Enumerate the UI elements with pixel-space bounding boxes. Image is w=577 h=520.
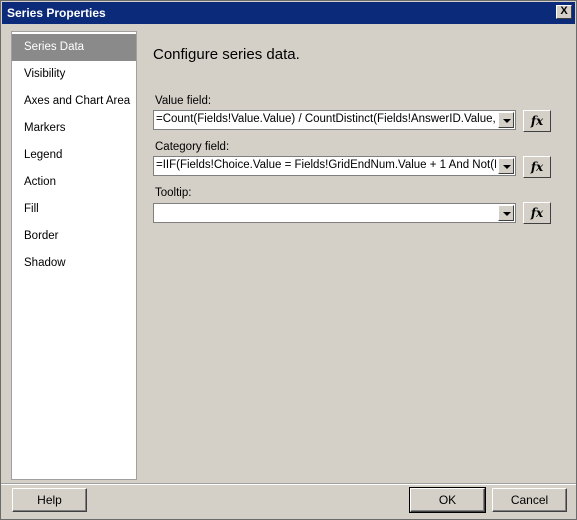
nav-item-fill[interactable]: Fill [12, 196, 136, 223]
nav-item-axes-and-chart-area[interactable]: Axes and Chart Area [12, 88, 136, 115]
tooltip-input[interactable] [156, 206, 496, 221]
nav-item-legend[interactable]: Legend [12, 142, 136, 169]
nav-item-shadow[interactable]: Shadow [12, 250, 136, 277]
category-field-input[interactable]: =IIF(Fields!Choice.Value = Fields!GridEn… [156, 159, 496, 174]
title-bar[interactable]: Series Properties X [2, 2, 575, 24]
help-button[interactable]: Help [12, 488, 87, 512]
window-title: Series Properties [7, 6, 106, 20]
nav-item-series-data[interactable]: Series Data [12, 34, 136, 61]
category-field-combo[interactable]: =IIF(Fields!Choice.Value = Fields!GridEn… [153, 156, 516, 176]
chevron-down-icon[interactable] [498, 158, 514, 174]
value-expression-button[interactable]: fx [523, 110, 551, 132]
chevron-down-icon[interactable] [498, 112, 514, 128]
tooltip-expression-button[interactable]: fx [523, 202, 551, 224]
property-nav: Series Data Visibility Axes and Chart Ar… [11, 31, 137, 480]
category-expression-button[interactable]: fx [523, 156, 551, 178]
nav-item-border[interactable]: Border [12, 223, 136, 250]
page-title: Configure series data. [153, 46, 300, 63]
tooltip-label: Tooltip: [155, 187, 192, 199]
chevron-down-icon[interactable] [498, 205, 514, 221]
value-field-combo[interactable]: =Count(Fields!Value.Value) / CountDistin… [153, 110, 516, 130]
value-field-label: Value field: [155, 95, 212, 107]
nav-item-action[interactable]: Action [12, 169, 136, 196]
value-field-input[interactable]: =Count(Fields!Value.Value) / CountDistin… [156, 113, 496, 128]
footer-divider [1, 483, 576, 485]
ok-button[interactable]: OK [409, 487, 486, 513]
nav-item-visibility[interactable]: Visibility [12, 61, 136, 88]
close-icon[interactable]: X [556, 5, 572, 19]
cancel-button[interactable]: Cancel [492, 488, 567, 512]
nav-item-markers[interactable]: Markers [12, 115, 136, 142]
category-field-label: Category field: [155, 141, 230, 153]
tooltip-combo[interactable] [153, 203, 516, 223]
series-properties-dialog: Series Properties X Series Data Visibili… [0, 0, 577, 520]
